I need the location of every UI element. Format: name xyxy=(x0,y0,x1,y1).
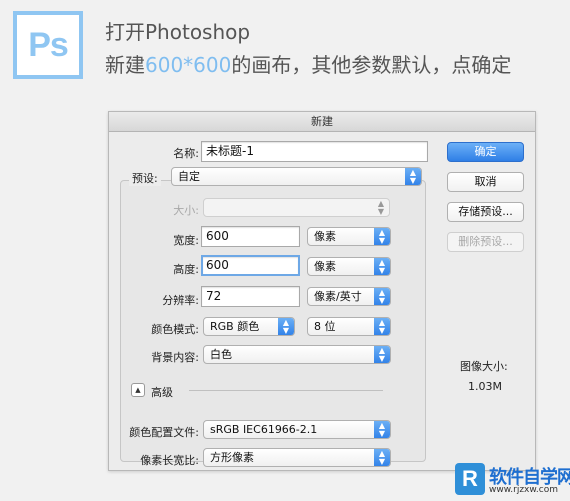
step-instruction-suffix: 的画布，其他参数默认，点确定 xyxy=(231,53,512,77)
width-label: 宽度: xyxy=(173,234,199,247)
height-input[interactable]: 600 xyxy=(201,255,300,276)
step-instruction-size: 600*600 xyxy=(145,53,232,77)
chevron-updown-icon: ▲ ▼ xyxy=(374,449,390,466)
preset-select[interactable]: 自定 ▲ ▼ xyxy=(171,167,422,186)
color-profile-select[interactable]: sRGB IEC61966-2.1 ▲ ▼ xyxy=(203,420,391,439)
image-size-label: 图像大小: xyxy=(460,360,508,373)
color-mode-select[interactable]: RGB 颜色 ▲ ▼ xyxy=(203,317,295,336)
color-mode-value: RGB 颜色 xyxy=(210,320,260,333)
chevron-updown-icon: ▲ ▼ xyxy=(405,168,421,185)
advanced-toggle-button[interactable]: ▲ xyxy=(131,383,145,397)
color-mode-label: 颜色模式: xyxy=(151,323,199,336)
chevron-updown-icon: ▲ ▼ xyxy=(374,288,390,305)
size-select: ▲ ▼ xyxy=(203,198,390,217)
pixel-aspect-value: 方形像素 xyxy=(210,451,254,464)
chevron-updown-icon: ▲ ▼ xyxy=(374,258,390,275)
advanced-label: 高级 xyxy=(151,386,173,399)
save-preset-button[interactable]: 存储预设... xyxy=(447,202,524,222)
width-unit-select[interactable]: 像素 ▲ ▼ xyxy=(307,227,391,246)
cancel-button[interactable]: 取消 xyxy=(447,172,524,192)
bit-depth-value: 8 位 xyxy=(314,320,336,333)
chevron-updown-icon: ▲ ▼ xyxy=(374,318,390,335)
triangle-up-icon: ▲ xyxy=(135,386,141,394)
color-profile-label: 颜色配置文件: xyxy=(129,426,199,439)
chevron-updown-icon: ▲ ▼ xyxy=(374,346,390,363)
size-label: 大小: xyxy=(173,204,199,217)
site-watermark: R 软件自学网 www.rjzxw.com xyxy=(455,463,570,499)
color-profile-value: sRGB IEC61966-2.1 xyxy=(210,423,318,436)
chevron-updown-icon: ▲ ▼ xyxy=(377,198,385,216)
advanced-divider xyxy=(189,390,383,391)
pixel-aspect-select[interactable]: 方形像素 ▲ ▼ xyxy=(203,448,391,467)
image-size-value: 1.03M xyxy=(468,380,502,393)
chevron-updown-icon: ▲ ▼ xyxy=(278,318,294,335)
resolution-unit-value: 像素/英寸 xyxy=(314,290,362,303)
watermark-url: www.rjzxw.com xyxy=(489,485,558,495)
name-input[interactable]: 未标题-1 xyxy=(201,141,428,162)
photoshop-logo: Ps xyxy=(13,11,83,79)
resolution-unit-select[interactable]: 像素/英寸 ▲ ▼ xyxy=(307,287,391,306)
height-label: 高度: xyxy=(173,263,199,276)
background-value: 白色 xyxy=(210,348,232,361)
pixel-aspect-label: 像素长宽比: xyxy=(140,454,199,467)
dialog-title: 新建 xyxy=(109,112,535,132)
new-document-dialog: 新建 名称: 未标题-1 预设: 自定 ▲ ▼ 大小: ▲ ▼ 宽度: 600 像素… xyxy=(108,111,536,471)
resolution-label: 分辨率: xyxy=(162,294,199,307)
watermark-logo: R xyxy=(455,463,485,495)
step-title: 打开Photoshop xyxy=(105,20,251,44)
ok-button[interactable]: 确定 xyxy=(447,142,524,162)
bit-depth-select[interactable]: 8 位 ▲ ▼ xyxy=(307,317,391,336)
name-label: 名称: xyxy=(173,147,199,160)
height-unit-select[interactable]: 像素 ▲ ▼ xyxy=(307,257,391,276)
chevron-updown-icon: ▲ ▼ xyxy=(374,421,390,438)
preset-value: 自定 xyxy=(178,170,200,183)
preset-label: 预设: xyxy=(129,170,161,186)
chevron-updown-icon: ▲ ▼ xyxy=(374,228,390,245)
step-instruction: 新建600*600的画布，其他参数默认，点确定 xyxy=(105,49,511,78)
height-unit-value: 像素 xyxy=(314,260,336,273)
background-label: 背景内容: xyxy=(151,351,199,364)
resolution-input[interactable]: 72 xyxy=(201,286,300,307)
delete-preset-button: 删除预设... xyxy=(447,232,524,252)
width-input[interactable]: 600 xyxy=(201,226,300,247)
background-select[interactable]: 白色 ▲ ▼ xyxy=(203,345,391,364)
width-unit-value: 像素 xyxy=(314,230,336,243)
step-instruction-prefix: 新建 xyxy=(105,53,145,77)
